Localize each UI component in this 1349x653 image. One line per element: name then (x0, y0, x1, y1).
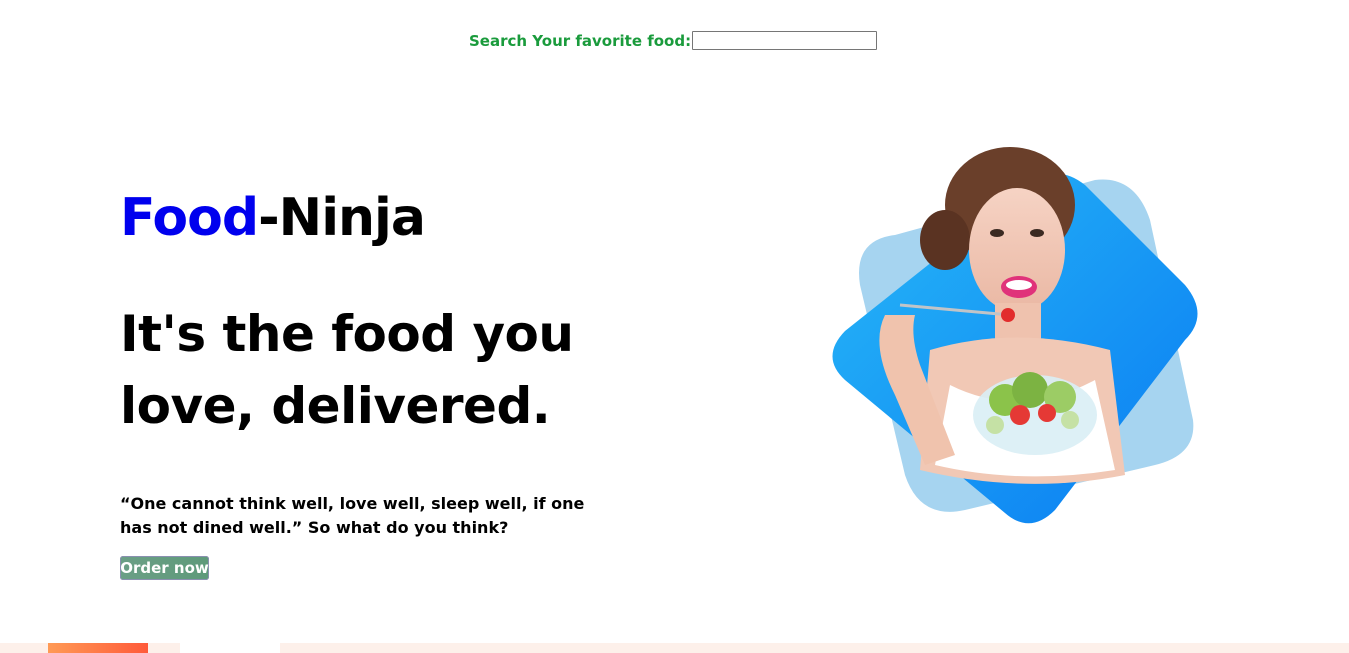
brand-ninja: -Ninja (258, 188, 426, 248)
brand-food: Food (120, 188, 259, 248)
hero-quote: “One cannot think well, love well, sleep… (120, 494, 585, 537)
search-label: Search Your favorite food: (469, 31, 692, 50)
order-now-button[interactable]: Order now (120, 556, 209, 580)
bottom-card-edge (180, 643, 280, 653)
hero-image (832, 147, 1198, 524)
brand-title: Food-Ninja (120, 180, 610, 256)
hero-section: Food-Ninja It's the food you love, deliv… (120, 180, 610, 580)
search-input[interactable] (692, 31, 878, 50)
bottom-accent-block (48, 643, 148, 653)
search-bar: Search Your favorite food: (469, 31, 878, 50)
hero-headline: It's the food you love, delivered. (120, 305, 574, 435)
